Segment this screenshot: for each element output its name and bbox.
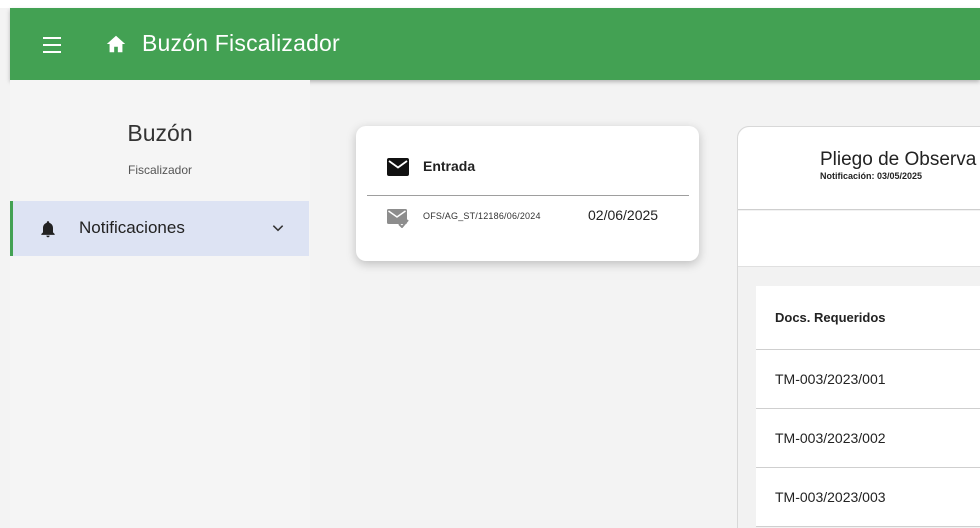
- sidebar-item-label: Notificaciones: [79, 218, 185, 237]
- sidebar: Buzón Fiscalizador Notificaciones: [10, 80, 310, 528]
- message-date: 02/06/2025: [588, 207, 659, 223]
- chevron-down-icon[interactable]: [271, 221, 285, 235]
- detail-header: Pliego de Observa Notificación: 03/05/20…: [738, 127, 980, 210]
- mail-read-icon: [387, 209, 409, 228]
- top-strip: [0, 0, 980, 8]
- table-row[interactable]: TM-003/2023/003: [756, 468, 980, 527]
- bell-icon: [41, 221, 55, 238]
- menu-icon[interactable]: [43, 37, 63, 53]
- mail-icon: [387, 158, 409, 176]
- message-code: OFS/AG_ST/12186/06/2024: [423, 211, 541, 221]
- table-row[interactable]: TM-003/2023/002: [756, 409, 980, 468]
- inbox-card: Entrada OFS/AG_ST/12186/06/2024 02/06/20…: [356, 126, 699, 261]
- app-bar: Buzón Fiscalizador: [10, 8, 980, 80]
- sidebar-subtitle: Fiscalizador: [127, 163, 193, 177]
- inbox-title: Entrada: [423, 158, 476, 174]
- detail-band: [738, 211, 980, 267]
- docs-table: Docs. Requeridos TM-003/2023/001 TM-003/…: [756, 286, 980, 527]
- sidebar-item-notificaciones[interactable]: Notificaciones: [10, 201, 309, 256]
- sidebar-title: Buzón: [127, 120, 193, 146]
- card-divider: [367, 195, 689, 196]
- home-icon[interactable]: [105, 33, 127, 55]
- detail-title: Pliego de Observa: [820, 149, 977, 170]
- table-row[interactable]: TM-003/2023/001: [756, 350, 980, 409]
- docs-table-header: Docs. Requeridos: [756, 286, 980, 350]
- notification-detail-panel: Pliego de Observa Notificación: 03/05/20…: [737, 126, 980, 528]
- inbox-message-row[interactable]: OFS/AG_ST/12186/06/2024 02/06/2025: [384, 206, 684, 232]
- detail-subtitle: Notificación: 03/05/2025: [820, 171, 923, 181]
- app-title: Buzón Fiscalizador: [142, 30, 340, 56]
